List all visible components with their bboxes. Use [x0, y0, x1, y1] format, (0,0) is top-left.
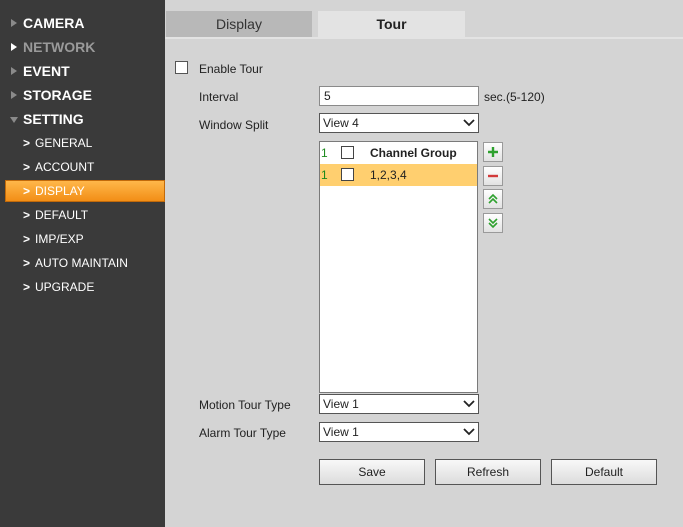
sidebar-item-label: AUTO MAINTAIN: [35, 256, 128, 270]
interval-hint: sec.(5-120): [484, 90, 545, 104]
interval-input[interactable]: 5: [319, 86, 479, 106]
sidebar-section-label: EVENT: [23, 63, 70, 79]
chevron-right-icon: >: [23, 160, 31, 174]
caret-down-icon: [10, 117, 18, 123]
header-number: 1: [321, 146, 328, 160]
tab-display[interactable]: Display: [166, 11, 312, 37]
sidebar-section-camera[interactable]: CAMERA: [0, 11, 165, 35]
sidebar-item-label: GENERAL: [35, 136, 93, 150]
double-chevron-up-icon: [488, 193, 498, 204]
sidebar-section-storage[interactable]: STORAGE: [0, 83, 165, 107]
sidebar-section-label: SETTING: [23, 111, 84, 127]
sidebar: CAMERA NETWORK EVENT STORAGE SETTING > G…: [0, 0, 165, 527]
caret-right-icon: [11, 19, 17, 27]
sidebar-section-network[interactable]: NETWORK: [0, 35, 165, 59]
interval-label: Interval: [199, 90, 239, 104]
move-down-button[interactable]: [483, 213, 503, 233]
chevron-down-icon: [463, 400, 475, 408]
alarm-tour-select[interactable]: View 1: [319, 422, 479, 442]
refresh-button[interactable]: Refresh: [435, 459, 541, 485]
caret-right-icon: [11, 67, 17, 75]
sidebar-section-setting[interactable]: SETTING: [0, 107, 165, 131]
sidebar-item-general[interactable]: > GENERAL: [0, 131, 165, 155]
caret-right-icon: [11, 43, 17, 51]
table-header-row: 1 Channel Group: [320, 142, 477, 164]
sidebar-item-label: DEFAULT: [35, 208, 89, 222]
sidebar-item-imp-exp[interactable]: > IMP/EXP: [0, 227, 165, 251]
chevron-right-icon: >: [23, 184, 31, 198]
chevron-right-icon: >: [23, 280, 31, 294]
row-checkbox[interactable]: [341, 168, 354, 181]
row-number: 1: [321, 168, 328, 182]
sidebar-item-display[interactable]: > DISPLAY: [5, 180, 165, 202]
chevron-right-icon: >: [23, 208, 31, 222]
chevron-right-icon: >: [23, 232, 31, 246]
plus-icon: [488, 147, 498, 157]
motion-tour-select[interactable]: View 1: [319, 394, 479, 414]
window-split-label: Window Split: [199, 118, 269, 132]
sidebar-item-default[interactable]: > DEFAULT: [0, 203, 165, 227]
sidebar-item-account[interactable]: > ACCOUNT: [0, 155, 165, 179]
delete-button[interactable]: [483, 166, 503, 186]
motion-tour-value: View 1: [323, 397, 359, 411]
chevron-down-icon: [463, 428, 475, 436]
chevron-right-icon: >: [23, 256, 31, 270]
sidebar-item-auto-maintain[interactable]: > AUTO MAINTAIN: [0, 251, 165, 275]
chevron-down-icon: [463, 119, 475, 127]
caret-right-icon: [11, 91, 17, 99]
move-up-button[interactable]: [483, 189, 503, 209]
motion-tour-label: Motion Tour Type: [199, 398, 291, 412]
window-split-value: View 4: [323, 116, 359, 130]
sidebar-item-label: UPGRADE: [35, 280, 95, 294]
sidebar-section-label: STORAGE: [23, 87, 92, 103]
sidebar-item-label: DISPLAY: [35, 184, 85, 198]
tab-divider: [165, 37, 683, 39]
sidebar-item-label: IMP/EXP: [35, 232, 84, 246]
select-all-checkbox[interactable]: [341, 146, 354, 159]
minus-icon: [488, 174, 498, 178]
chevron-right-icon: >: [23, 136, 31, 150]
sidebar-item-upgrade[interactable]: > UPGRADE: [0, 275, 165, 299]
column-header-channel-group: Channel Group: [370, 146, 457, 160]
alarm-tour-label: Alarm Tour Type: [199, 426, 286, 440]
sidebar-section-label: CAMERA: [23, 15, 85, 31]
sidebar-section-event[interactable]: EVENT: [0, 59, 165, 83]
default-button[interactable]: Default: [551, 459, 657, 485]
enable-tour-label: Enable Tour: [199, 62, 263, 76]
row-channels: 1,2,3,4: [370, 168, 407, 182]
enable-tour-checkbox[interactable]: [175, 61, 188, 74]
add-button[interactable]: [483, 142, 503, 162]
channel-group-table: 1 Channel Group 1 1,2,3,4: [319, 141, 478, 393]
sidebar-item-label: ACCOUNT: [35, 160, 95, 174]
window-split-select[interactable]: View 4: [319, 113, 479, 133]
alarm-tour-value: View 1: [323, 425, 359, 439]
sidebar-section-label: NETWORK: [23, 39, 96, 55]
table-row[interactable]: 1 1,2,3,4: [320, 164, 477, 186]
tab-tour[interactable]: Tour: [318, 11, 465, 37]
double-chevron-down-icon: [488, 218, 498, 229]
save-button[interactable]: Save: [319, 459, 425, 485]
